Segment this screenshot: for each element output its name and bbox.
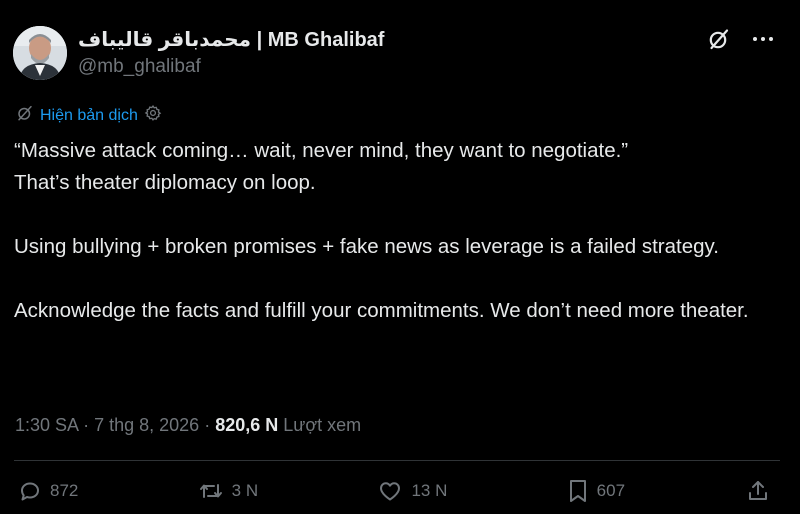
like-count: 13 N [411, 481, 448, 500]
timestamp-time[interactable]: 1:30 SA [15, 415, 78, 435]
translate-row: Hiện bản dịch [16, 104, 162, 127]
bookmark-count: 607 [596, 481, 626, 500]
reply-count: 872 [50, 481, 79, 500]
repost-icon [198, 479, 224, 503]
tweet-text: “Massive attack coming… wait, never mind… [14, 135, 784, 327]
tweet-paragraph-2: Using bullying + broken promises + fake … [14, 235, 719, 258]
handle[interactable]: @mb_ghalibaf [78, 54, 384, 80]
share-button[interactable] [746, 479, 770, 503]
divider [14, 460, 780, 461]
grok-icon[interactable] [706, 26, 732, 52]
timestamp-date[interactable]: 7 thg 8, 2026 [94, 415, 199, 435]
top-actions [706, 26, 776, 52]
views-count[interactable]: 820,6 N [215, 415, 278, 435]
meta-separator: · [83, 415, 90, 435]
show-translation-link[interactable]: Hiện bản dịch [40, 105, 138, 127]
tweet-meta: 1:30 SA · 7 thg 8, 2026 · 820,6 N Lượt x… [15, 413, 361, 437]
translate-icon [16, 104, 34, 127]
action-bar: 872 3 N 13 N 607 [18, 478, 770, 504]
reply-button[interactable]: 872 [18, 479, 78, 503]
tweet-paragraph-3: Acknowledge the facts and fulfill your c… [14, 299, 749, 322]
gear-icon[interactable] [144, 104, 162, 127]
repost-button[interactable]: 3 N [198, 479, 258, 503]
views-label: Lượt xem [283, 415, 362, 435]
tweet: محمدباقر قالیباف | MB Ghalibaf @mb_ghali… [0, 0, 800, 514]
repost-count: 3 N [231, 481, 259, 500]
bookmark-button[interactable]: 607 [567, 478, 627, 504]
heart-icon [377, 479, 403, 503]
bookmark-icon [567, 478, 589, 504]
display-name[interactable]: محمدباقر قالیباف | MB Ghalibaf [78, 27, 384, 53]
reply-icon [18, 479, 42, 503]
more-icon[interactable] [750, 26, 776, 52]
avatar-image [13, 26, 67, 80]
author-block: محمدباقر قالیباف | MB Ghalibaf @mb_ghali… [78, 27, 384, 80]
like-button[interactable]: 13 N [377, 479, 447, 503]
tweet-paragraph-1: “Massive attack coming… wait, never mind… [14, 139, 629, 194]
meta-separator: · [204, 415, 211, 435]
avatar[interactable] [13, 26, 67, 80]
share-icon [746, 479, 770, 503]
